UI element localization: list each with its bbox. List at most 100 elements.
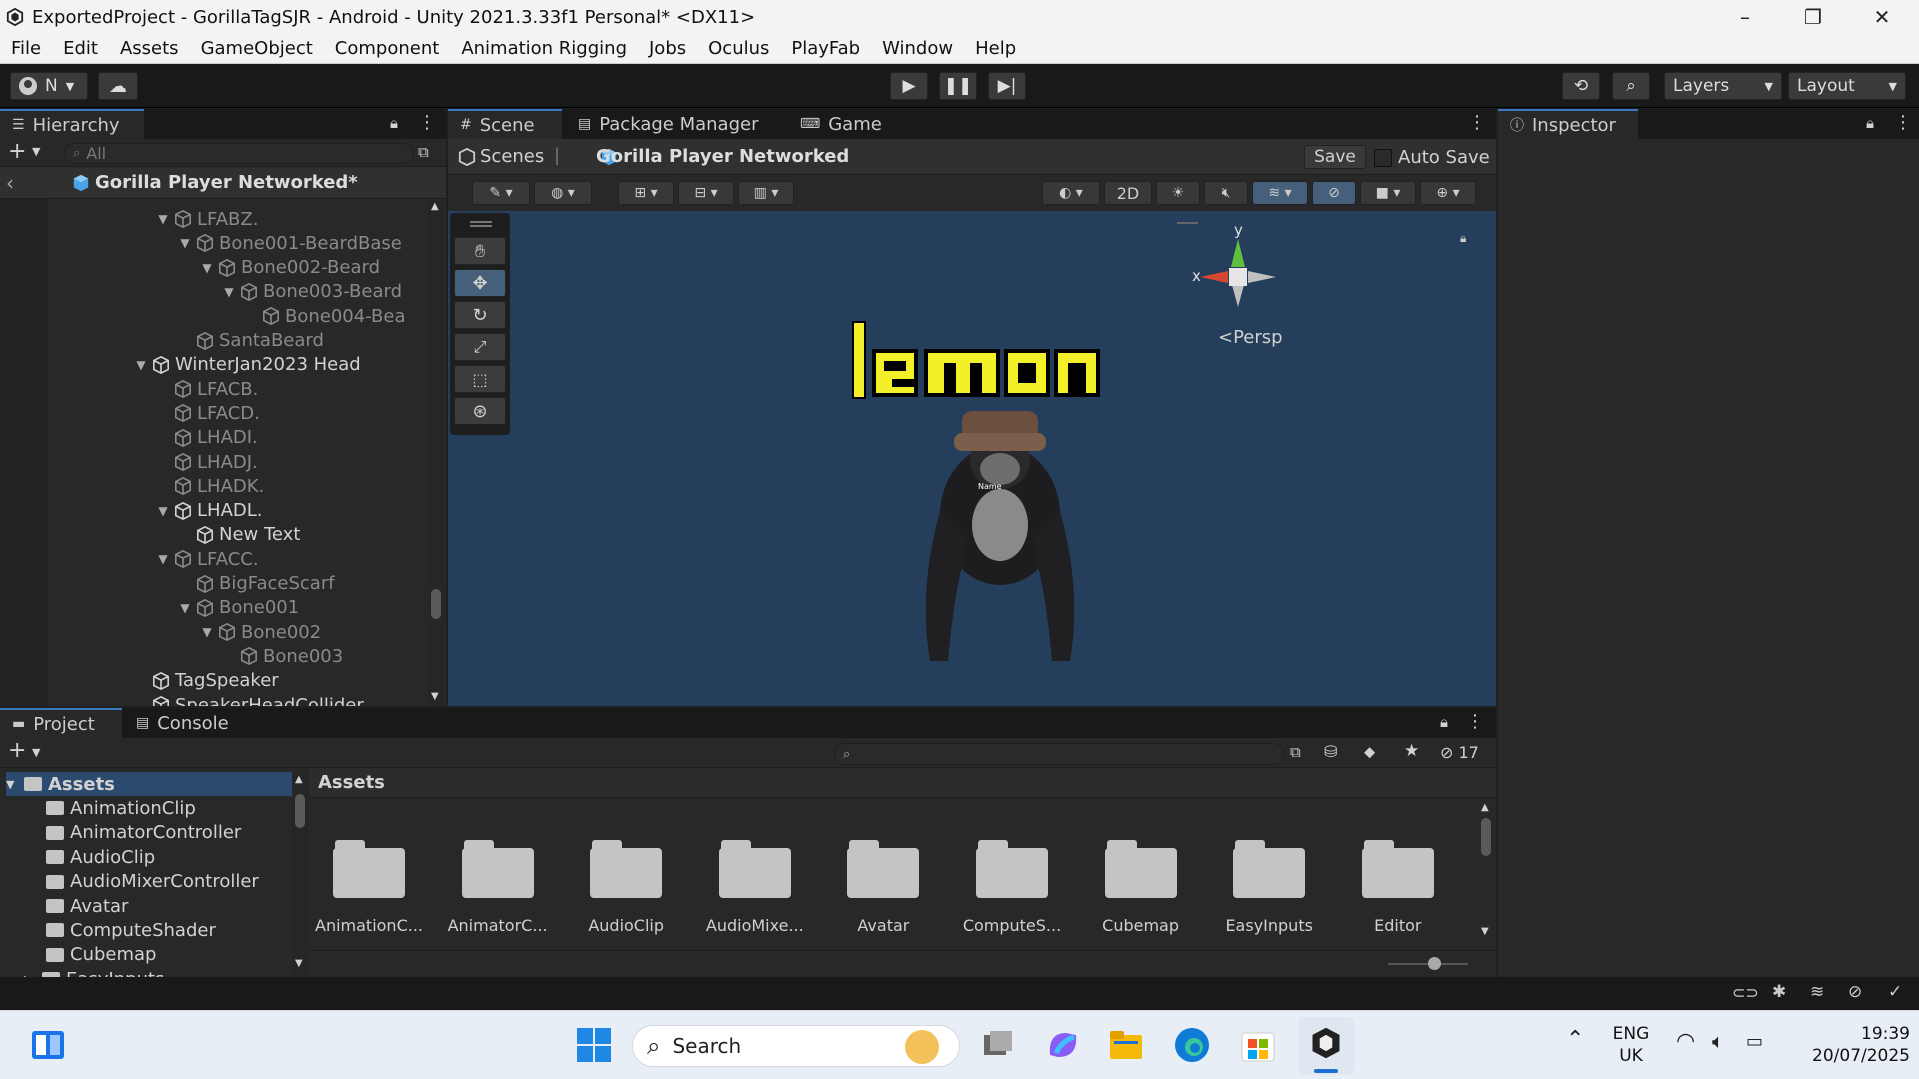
- hierarchy-row[interactable]: LHADK.: [154, 474, 264, 498]
- asset-folder[interactable]: AudioMixe...: [700, 812, 810, 935]
- hierarchy-search-input[interactable]: ⌕ All: [64, 143, 414, 164]
- expand-arrow-icon[interactable]: ▼: [132, 358, 150, 372]
- rotate-tool-button[interactable]: ↻: [454, 301, 506, 329]
- hierarchy-row[interactable]: Bone004-Bea: [242, 304, 406, 328]
- scroll-up-icon[interactable]: ▲: [431, 201, 439, 212]
- layers-dropdown[interactable]: Layers ▼: [1664, 72, 1782, 100]
- clock[interactable]: 19:39 20/07/2025: [1790, 1023, 1910, 1067]
- scroll-up-icon[interactable]: ▲: [295, 774, 303, 785]
- more-options-icon[interactable]: ⋮: [418, 112, 436, 133]
- breadcrumb-prefab[interactable]: Gorilla Player Networked: [596, 146, 849, 167]
- scroll-down-icon[interactable]: ▼: [1481, 926, 1489, 937]
- asset-folder[interactable]: EasyInputs: [1214, 812, 1324, 935]
- menu-item-window[interactable]: Window: [871, 38, 964, 59]
- expand-arrow-icon[interactable]: ▼: [198, 625, 216, 639]
- tab-hierarchy[interactable]: ☰ Hierarchy: [0, 109, 144, 139]
- hierarchy-row[interactable]: ▼ Bone001-BeardBase: [176, 231, 401, 255]
- palette-handle[interactable]: [470, 221, 492, 223]
- menu-item-animation-rigging[interactable]: Animation Rigging: [450, 38, 638, 59]
- hierarchy-row[interactable]: New Text: [176, 523, 300, 547]
- expand-arrow-icon[interactable]: ▼: [198, 261, 216, 275]
- menu-item-oculus[interactable]: Oculus: [697, 38, 780, 59]
- taskbar-search-box[interactable]: ⌕ Search: [632, 1025, 960, 1067]
- global-local-dropdown[interactable]: ◍ ▾: [534, 181, 592, 205]
- expand-arrow-icon[interactable]: ▼: [220, 285, 238, 299]
- hidden-packages-toggle[interactable]: ⊘ 17: [1440, 743, 1479, 762]
- add-object-button[interactable]: +: [8, 139, 26, 164]
- project-tree-item[interactable]: ComputeShader: [24, 918, 292, 942]
- toggle-2d-button[interactable]: 2D: [1104, 181, 1152, 205]
- move-tool-button[interactable]: ✥: [454, 269, 506, 297]
- lighting-toggle[interactable]: ☀: [1156, 181, 1200, 205]
- microsoft-store-icon[interactable]: [1238, 1025, 1280, 1067]
- menu-item-file[interactable]: File: [0, 38, 52, 59]
- asset-folder[interactable]: AnimatorC...: [443, 812, 553, 935]
- icon-size-slider-thumb[interactable]: [1428, 957, 1441, 970]
- scrollbar-thumb[interactable]: [431, 589, 441, 619]
- auto-save-checkbox[interactable]: [1374, 149, 1392, 167]
- hierarchy-row[interactable]: LHADI.: [154, 426, 258, 450]
- scrollbar-thumb[interactable]: [1481, 818, 1491, 856]
- account-dropdown[interactable]: N ▼: [10, 72, 88, 100]
- search-button[interactable]: ⌕: [1612, 72, 1650, 100]
- lock-icon[interactable]: 🔒︎: [1440, 713, 1448, 731]
- unity-taskbar-item[interactable]: [1298, 1017, 1354, 1075]
- asset-folder[interactable]: AnimationC...: [314, 812, 424, 935]
- hierarchy-row[interactable]: ▼ LHADL.: [154, 499, 262, 523]
- project-tree-item[interactable]: AnimationClip: [24, 796, 292, 820]
- asset-folder[interactable]: Cubemap: [1086, 812, 1196, 935]
- undo-history-button[interactable]: ⟲: [1562, 72, 1600, 100]
- hierarchy-row[interactable]: SantaBeard: [176, 329, 324, 353]
- collab-icon[interactable]: ⊂⊃: [1732, 983, 1759, 1002]
- hierarchy-row[interactable]: LHADJ.: [154, 450, 258, 474]
- label-tag-icon[interactable]: ⬥: [1364, 742, 1375, 762]
- auto-generate-lighting-icon[interactable]: ⊘: [1848, 982, 1862, 1002]
- scene-visibility-toggle[interactable]: ⊘: [1312, 181, 1356, 205]
- shading-mode-dropdown[interactable]: ◐ ▾: [1042, 181, 1100, 205]
- project-tree-item[interactable]: AudioClip: [24, 845, 292, 869]
- scroll-down-icon[interactable]: ▼: [295, 958, 303, 969]
- tab-inspector[interactable]: ⓘ Inspector: [1498, 109, 1638, 139]
- menu-item-jobs[interactable]: Jobs: [638, 38, 697, 59]
- widgets-icon[interactable]: [28, 1025, 70, 1067]
- menu-item-gameobject[interactable]: GameObject: [190, 38, 324, 59]
- scrollbar-thumb[interactable]: [295, 794, 305, 828]
- project-tree-item[interactable]: AudioMixerController: [24, 870, 292, 894]
- expand-arrow-icon[interactable]: ▼: [154, 212, 172, 226]
- expand-arrow-icon[interactable]: ▼: [154, 552, 172, 566]
- more-options-icon[interactable]: ⋮: [1468, 112, 1486, 133]
- hierarchy-row[interactable]: SpeakerHeadCollider: [132, 693, 364, 706]
- gizmos-dropdown[interactable]: ⊕ ▾: [1420, 181, 1476, 205]
- menu-item-assets[interactable]: Assets: [109, 38, 190, 59]
- chevron-down-icon[interactable]: ▼: [32, 746, 40, 759]
- grid-scrollbar[interactable]: ▲ ▼: [1478, 802, 1494, 942]
- back-chevron-icon[interactable]: ‹: [6, 171, 14, 195]
- file-explorer-icon[interactable]: [1106, 1025, 1148, 1067]
- wifi-icon[interactable]: ◠: [1676, 1029, 1695, 1054]
- search-by-type-icon[interactable]: ⧉: [1290, 743, 1301, 761]
- more-options-icon[interactable]: ⋮: [1466, 711, 1484, 732]
- expand-arrow-icon[interactable]: ▼: [176, 236, 194, 250]
- expand-arrow-icon[interactable]: ▼: [154, 504, 172, 518]
- menu-item-component[interactable]: Component: [324, 38, 451, 59]
- lock-icon[interactable]: 🔒︎: [390, 114, 398, 132]
- expand-arrow-icon[interactable]: ▼: [176, 601, 194, 615]
- breadcrumb-scenes[interactable]: Scenes: [480, 146, 544, 167]
- play-button[interactable]: ▶: [890, 72, 928, 100]
- expand-arrow-icon[interactable]: ▼: [6, 778, 24, 791]
- draw-mode-dropdown[interactable]: ✎ ▾: [472, 181, 530, 205]
- restore-button[interactable]: ❐: [1783, 0, 1843, 34]
- favorites-star-icon[interactable]: ★: [1404, 741, 1419, 761]
- rect-tool-button[interactable]: ⬚: [454, 365, 506, 393]
- language-indicator[interactable]: ENG UK: [1606, 1023, 1656, 1067]
- task-view-icon[interactable]: [978, 1025, 1020, 1067]
- tab-game[interactable]: ⌨ Game: [788, 109, 894, 139]
- hierarchy-row[interactable]: LFACD.: [154, 401, 260, 425]
- battery-icon[interactable]: ▭: [1746, 1031, 1763, 1052]
- more-options-icon[interactable]: ⋮: [1894, 112, 1912, 133]
- tab-project[interactable]: ▬ Project: [0, 708, 122, 738]
- grid-snap-dropdown[interactable]: ⊞ ▾: [618, 181, 674, 205]
- tray-chevron-up-icon[interactable]: ⌃: [1566, 1027, 1584, 1052]
- chevron-down-icon[interactable]: ▼: [32, 145, 40, 158]
- copilot-icon[interactable]: [1042, 1025, 1084, 1067]
